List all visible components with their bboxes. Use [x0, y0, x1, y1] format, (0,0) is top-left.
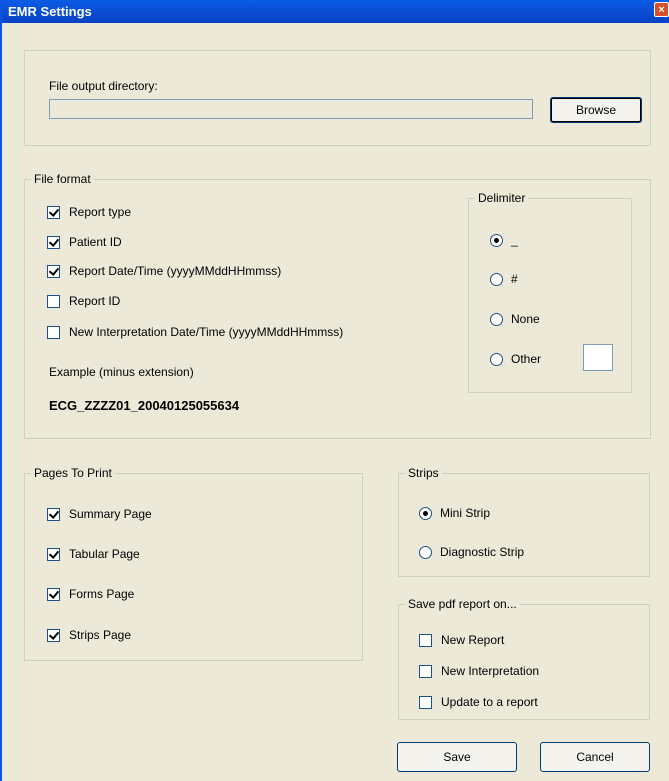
- emr-settings-window: EMR Settings × File output directory: Br…: [0, 0, 669, 781]
- diagnostic-strip-radio[interactable]: Diagnostic Strip: [419, 544, 524, 560]
- radio-button[interactable]: [490, 312, 503, 326]
- report-datetime-checkbox[interactable]: Report Date/Time (yyyyMMddHHmmss): [47, 263, 281, 279]
- checkbox-label: New Report: [441, 633, 505, 647]
- update-to-report-checkbox[interactable]: Update to a report: [419, 694, 538, 710]
- report-id-checkbox[interactable]: Report ID: [47, 293, 120, 309]
- checkbox-label: Tabular Page: [69, 547, 140, 561]
- pages-to-print-legend: Pages To Print: [31, 466, 115, 480]
- patient-id-checkbox[interactable]: Patient ID: [47, 234, 122, 250]
- forms-page-checkbox[interactable]: Forms Page: [47, 586, 134, 602]
- checkbox-box[interactable]: [47, 507, 60, 521]
- example-label: Example (minus extension): [49, 365, 194, 379]
- radio-button[interactable]: [419, 506, 432, 520]
- delimiter-underscore-radio[interactable]: _: [490, 232, 518, 248]
- cancel-button[interactable]: Cancel: [540, 742, 650, 772]
- radio-button[interactable]: [490, 233, 503, 247]
- pages-to-print-group: Pages To Print Summary Page Tabular Page…: [24, 466, 363, 661]
- strips-page-checkbox[interactable]: Strips Page: [47, 627, 131, 643]
- delimiter-other-radio[interactable]: Other: [490, 351, 541, 367]
- checkbox-label: Patient ID: [69, 235, 122, 249]
- file-format-group: File format Report type Patient ID Repor…: [24, 172, 651, 439]
- tabular-page-checkbox[interactable]: Tabular Page: [47, 546, 140, 562]
- radio-button[interactable]: [490, 352, 503, 366]
- save-pdf-report-group: Save pdf report on... New Report New Int…: [398, 597, 650, 720]
- checkbox-label: Update to a report: [441, 695, 538, 709]
- save-button[interactable]: Save: [397, 742, 517, 772]
- checkbox-box[interactable]: [419, 633, 432, 647]
- checkbox-label: Report ID: [69, 294, 121, 308]
- radio-label: Mini Strip: [440, 506, 491, 520]
- output-directory-input[interactable]: [49, 99, 533, 119]
- checkbox-box[interactable]: [47, 325, 60, 339]
- delimiter-none-radio[interactable]: None: [490, 311, 540, 327]
- example-value: ECG_ZZZZ01_20040125055634: [49, 398, 240, 413]
- checkbox-label: Report Date/Time (yyyyMMddHHmmss): [69, 264, 282, 278]
- close-icon[interactable]: ×: [654, 2, 669, 17]
- radio-button[interactable]: [419, 545, 432, 559]
- checkbox-label: Report type: [69, 205, 132, 219]
- checkbox-box[interactable]: [47, 235, 60, 249]
- strips-group: Strips Mini Strip Diagnostic Strip: [398, 466, 650, 577]
- checkbox-box[interactable]: [47, 547, 60, 561]
- delimiter-legend: Delimiter: [475, 191, 529, 205]
- radio-label: Diagnostic Strip: [440, 545, 525, 559]
- checkbox-box[interactable]: [419, 695, 432, 709]
- report-type-checkbox[interactable]: Report type: [47, 204, 131, 220]
- new-interpretation-datetime-checkbox[interactable]: New Interpretation Date/Time (yyyyMMddHH…: [47, 324, 343, 340]
- output-directory-group: File output directory: Browse: [24, 50, 651, 146]
- checkbox-label: New Interpretation: [441, 664, 540, 678]
- checkbox-box[interactable]: [47, 587, 60, 601]
- checkbox-box[interactable]: [47, 628, 60, 642]
- radio-label: Other: [511, 352, 542, 366]
- title-bar[interactable]: EMR Settings ×: [2, 0, 669, 23]
- checkbox-box[interactable]: [419, 664, 432, 678]
- radio-button[interactable]: [490, 272, 503, 286]
- checkbox-box[interactable]: [47, 205, 60, 219]
- save-pdf-report-legend: Save pdf report on...: [405, 597, 520, 611]
- file-format-legend: File format: [31, 172, 94, 186]
- delimiter-group: Delimiter _ # None Other: [468, 191, 632, 393]
- window-title: EMR Settings: [8, 4, 92, 19]
- checkbox-label: Strips Page: [69, 628, 132, 642]
- new-interpretation-checkbox[interactable]: New Interpretation: [419, 663, 539, 679]
- mini-strip-radio[interactable]: Mini Strip: [419, 505, 490, 521]
- summary-page-checkbox[interactable]: Summary Page: [47, 506, 152, 522]
- delimiter-other-input[interactable]: [583, 344, 613, 371]
- radio-label: #: [511, 272, 518, 286]
- checkbox-label: Forms Page: [69, 587, 135, 601]
- radio-label: _: [511, 233, 518, 247]
- browse-button[interactable]: Browse: [550, 97, 642, 123]
- checkbox-label: Summary Page: [69, 507, 152, 521]
- checkbox-label: New Interpretation Date/Time (yyyyMMddHH…: [69, 325, 344, 339]
- new-report-checkbox[interactable]: New Report: [419, 632, 504, 648]
- radio-label: None: [511, 312, 540, 326]
- checkbox-box[interactable]: [47, 294, 60, 308]
- checkbox-box[interactable]: [47, 264, 60, 278]
- output-directory-label: File output directory:: [49, 79, 158, 93]
- strips-legend: Strips: [405, 466, 442, 480]
- delimiter-hash-radio[interactable]: #: [490, 271, 518, 287]
